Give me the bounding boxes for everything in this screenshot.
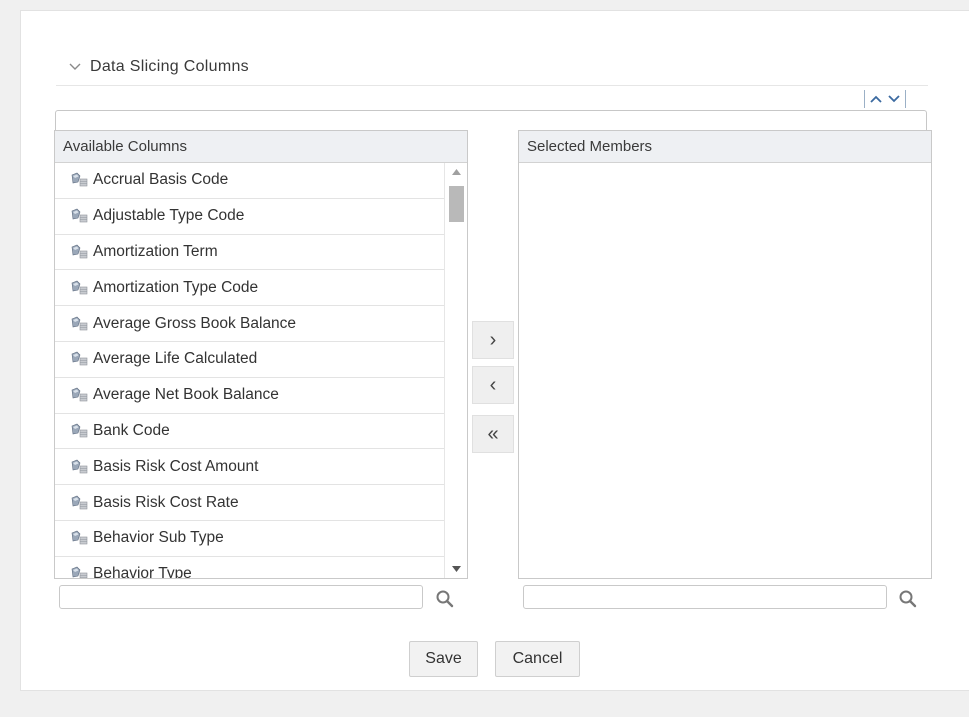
column-member-icon [69, 208, 89, 224]
move-left-button[interactable]: ‹ [472, 366, 514, 404]
search-icon[interactable] [898, 589, 918, 609]
list-item[interactable]: Behavior Sub Type [55, 521, 445, 557]
list-item[interactable]: Amortization Term [55, 235, 445, 271]
scroll-down-arrow-icon[interactable] [445, 562, 467, 576]
column-member-icon [69, 387, 89, 403]
column-member-icon [69, 316, 89, 332]
chevron-up-icon[interactable] [869, 92, 883, 106]
selected-members-body[interactable] [519, 163, 931, 578]
column-member-icon [69, 459, 89, 475]
order-controls [864, 90, 906, 108]
column-member-icon [69, 244, 89, 260]
selected-members-header: Selected Members [519, 131, 931, 163]
available-columns-header: Available Columns [55, 131, 467, 163]
available-columns-body[interactable]: Accrual Basis Code Adjustable Type Code Am… [55, 163, 467, 578]
list-item-label: Average Life Calculated [93, 350, 258, 368]
list-item[interactable]: Amortization Type Code [55, 270, 445, 307]
move-right-button[interactable]: › [472, 321, 514, 359]
available-search-input[interactable] [59, 585, 423, 609]
list-item[interactable]: Average Life Calculated [55, 342, 445, 378]
list-item[interactable]: Behavior Type [55, 557, 445, 578]
scroll-up-arrow-icon[interactable] [445, 165, 467, 179]
list-item[interactable]: Average Gross Book Balance [55, 306, 445, 342]
column-member-icon [69, 566, 89, 578]
list-item-label: Basis Risk Cost Amount [93, 457, 259, 475]
list-item[interactable]: Accrual Basis Code [55, 163, 445, 199]
selected-members-list: Selected Members [518, 130, 932, 579]
list-item-label: Behavior Sub Type [93, 529, 224, 547]
column-member-icon [69, 172, 89, 188]
column-member-icon [69, 280, 89, 296]
chevron-down-icon[interactable] [66, 58, 84, 76]
list-item[interactable]: Basis Risk Cost Amount [55, 449, 445, 486]
column-member-icon [69, 423, 89, 439]
list-item-label: Amortization Term [93, 242, 218, 260]
scrollbar[interactable] [444, 163, 467, 578]
save-button[interactable]: Save [409, 641, 478, 677]
column-member-icon [69, 351, 89, 367]
cancel-button[interactable]: Cancel [495, 641, 580, 677]
column-member-icon [69, 495, 89, 511]
list-item[interactable]: Bank Code [55, 414, 445, 450]
column-member-icon [69, 530, 89, 546]
shuttle-frame [55, 110, 927, 131]
list-item-label: Average Net Book Balance [93, 386, 279, 404]
search-icon[interactable] [435, 589, 455, 609]
list-item-label: Average Gross Book Balance [93, 314, 297, 332]
list-item[interactable]: Adjustable Type Code [55, 199, 445, 235]
selected-search-input[interactable] [523, 585, 887, 609]
list-item-label: Basis Risk Cost Rate [93, 493, 239, 511]
scrollbar-thumb[interactable] [449, 186, 464, 222]
list-item[interactable]: Average Net Book Balance [55, 378, 445, 414]
list-item-label: Behavior Type [93, 565, 192, 578]
list-item-label: Adjustable Type Code [93, 207, 245, 225]
section-header[interactable]: Data Slicing Columns [66, 58, 249, 76]
chevron-down-icon[interactable] [887, 92, 901, 106]
section-title: Data Slicing Columns [90, 58, 249, 75]
section-divider [56, 85, 928, 86]
list-item-label: Amortization Type Code [93, 278, 259, 296]
move-all-left-button[interactable]: « [472, 415, 514, 453]
list-item-label: Bank Code [93, 421, 170, 439]
list-item-label: Accrual Basis Code [93, 171, 229, 189]
available-columns-list: Available Columns Accrual Basis Code Adju… [54, 130, 468, 579]
list-item[interactable]: Basis Risk Cost Rate [55, 485, 445, 521]
